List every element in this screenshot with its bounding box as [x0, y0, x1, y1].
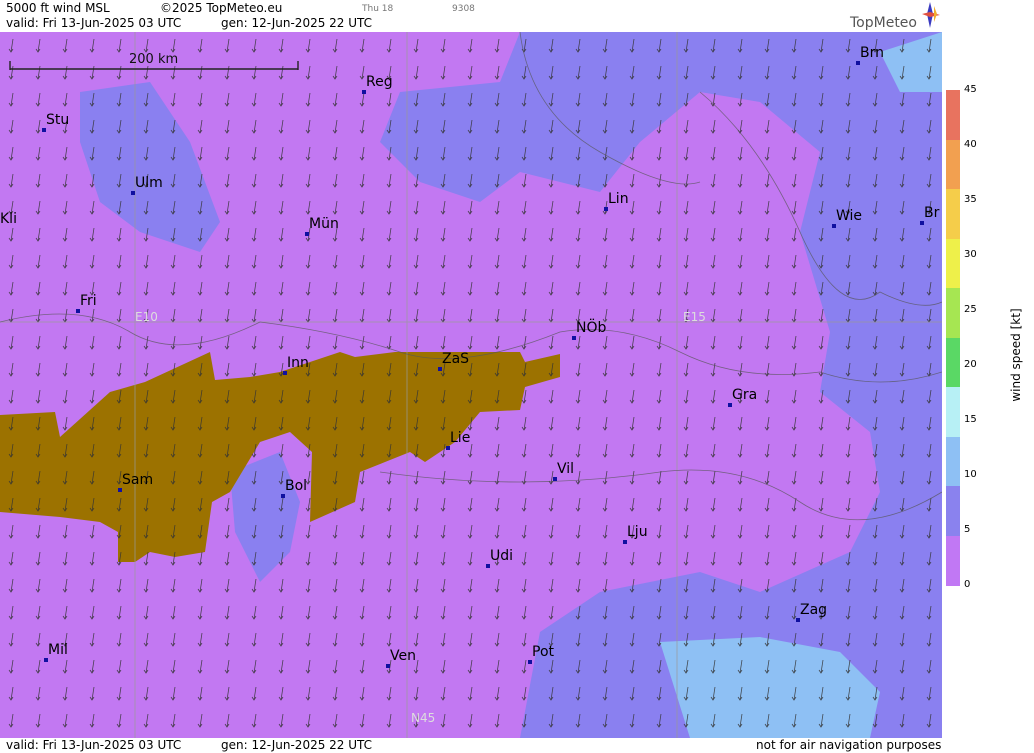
legend-title: wind speed [kt]: [1009, 308, 1023, 402]
scale-bar-label: 200 km: [129, 52, 179, 67]
generated-time: gen: 12-Jun-2025 22 UTC: [221, 16, 373, 30]
legend-tick-label: 25: [964, 304, 977, 315]
grid-label-e15: E15: [683, 310, 706, 324]
legend-color-band: [946, 238, 960, 289]
legend-tick-label: 35: [964, 194, 977, 205]
map-canvas: [0, 32, 942, 738]
map-header: 5000 ft wind MSL ©2025 TopMeteo.eu Thu 1…: [0, 0, 942, 32]
legend-color-bar: [946, 90, 960, 586]
topmeteo-logo-text: TopMeteo: [850, 15, 917, 31]
legend-color-band: [946, 535, 960, 586]
wind-map[interactable]: 200 km E10 E15 N45 Brn Reg Stu Ulm Kli M…: [0, 32, 942, 738]
map-footer: valid: Fri 13-Jun-2025 03 UTC gen: 12-Ju…: [0, 738, 1034, 753]
legend-color-band: [946, 436, 960, 487]
small-day-label: Thu 18: [362, 4, 394, 14]
legend-tick-label: 15: [964, 414, 977, 425]
legend-tick-label: 20: [964, 359, 977, 370]
disclaimer-text: not for air navigation purposes: [756, 738, 942, 752]
legend-tick-label: 5: [964, 524, 971, 535]
grid-label-n45: N45: [411, 711, 436, 725]
legend-color-band: [946, 486, 960, 536]
grid-label-e10: E10: [135, 310, 158, 324]
legend-color-band: [946, 139, 960, 190]
legend-color-band: [946, 288, 960, 338]
legend-tick-label: 0: [964, 579, 971, 590]
legend-tick-label: 10: [964, 469, 977, 480]
legend-tick-label: 30: [964, 249, 977, 260]
legend-tick-label: 45: [964, 84, 977, 95]
topmeteo-logo-icon: [922, 2, 940, 28]
footer-generated-time: gen: 12-Jun-2025 22 UTC: [221, 738, 373, 752]
legend-tick-label: 40: [964, 139, 977, 150]
legend-color-band: [946, 337, 960, 388]
small-code-label: 9308: [452, 4, 475, 14]
footer-valid-time: valid: Fri 13-Jun-2025 03 UTC: [6, 738, 182, 752]
legend-color-band: [946, 189, 960, 239]
legend-color-band: [946, 387, 960, 437]
copyright-text: ©2025 TopMeteo.eu: [160, 1, 283, 15]
legend-color-band: [946, 90, 960, 140]
valid-time: valid: Fri 13-Jun-2025 03 UTC: [6, 16, 182, 30]
wind-arrow-field: [0, 32, 942, 738]
product-title: 5000 ft wind MSL: [6, 1, 110, 15]
